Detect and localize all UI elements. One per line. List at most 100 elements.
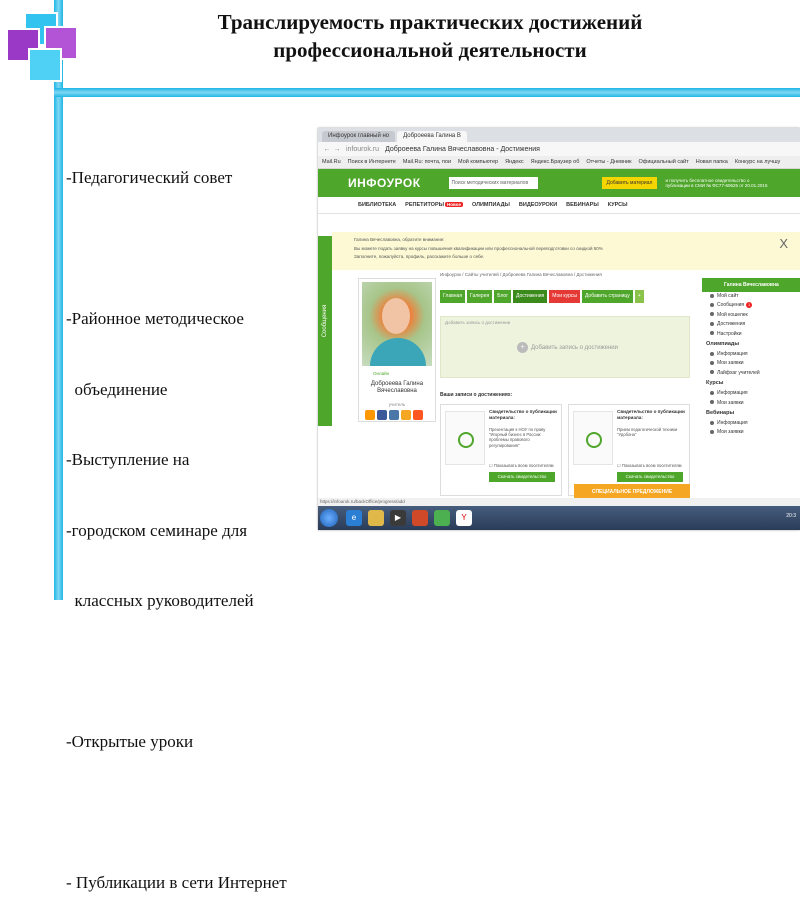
ok-icon[interactable] <box>365 410 375 420</box>
menu-item[interactable]: БИБЛИОТЕКА <box>358 202 396 208</box>
sidebar-item[interactable]: Мои заявки <box>702 359 800 368</box>
sidebar-user-header[interactable]: Галина Вячеславовна <box>702 278 800 292</box>
status-bar-url: https://infourok.ru/backOffice/progress/… <box>318 498 800 506</box>
sidebar-item[interactable]: Достижения <box>702 320 800 329</box>
site-logo[interactable]: ИНФОУРОК <box>348 176 421 190</box>
close-icon[interactable]: X <box>779 237 788 250</box>
browser-tab-active[interactable]: Доброеева Галина В <box>397 131 467 142</box>
bullet-icon <box>710 429 714 434</box>
add-material-button[interactable]: Добавить материал <box>601 177 658 189</box>
sidebar-item-label: Мой сайт <box>717 293 739 299</box>
ie-icon[interactable]: e <box>346 510 362 526</box>
search-input[interactable]: Поиск методических материалов <box>448 177 538 189</box>
right-sidebar: Галина Вячеславовна Мой сайт Сообщения 1 … <box>702 278 800 508</box>
sidebar-item[interactable]: Информация <box>702 419 800 428</box>
back-icon[interactable]: ← <box>322 146 332 153</box>
add-achievement-box[interactable]: Добавить запись о достижении + Добавить з… <box>440 316 690 378</box>
sidebar-item-label: Информация <box>717 350 748 357</box>
breadcrumb[interactable]: Инфоурок / Сайты учителей / Доброеева Га… <box>440 272 602 277</box>
bookmark[interactable]: Mail.Ru: почта, пои <box>403 159 451 165</box>
clock[interactable]: 20:3 <box>786 513 796 519</box>
folder-icon[interactable] <box>368 510 384 526</box>
download-certificate-button[interactable]: Скачать свидетельство <box>617 472 683 482</box>
rss-icon[interactable] <box>413 410 423 420</box>
notice-line: Галина Вячеславовна, обратите внимание: <box>354 237 445 242</box>
menu-item[interactable]: КУРСЫ <box>608 202 628 208</box>
sidebar-item[interactable]: Мои заявки <box>702 399 800 408</box>
menu-item[interactable]: ВЕБИНАРЫ <box>566 202 599 208</box>
page-buttons: Главная Галерея Блог Достижения Мои курс… <box>440 290 644 303</box>
plus-button[interactable]: + <box>634 290 644 303</box>
app-icon[interactable] <box>412 510 428 526</box>
sidebar-section-title: Вебинары <box>706 409 735 416</box>
bookmark[interactable]: Новая папка <box>696 159 728 165</box>
menu-item[interactable]: РЕПЕТИТОРЫ Новое <box>405 202 463 208</box>
browser-icon[interactable] <box>434 510 450 526</box>
messages-side-tab[interactable]: Сообщения <box>318 236 332 426</box>
menu-item[interactable]: ВИДЕОУРОКИ <box>519 202 557 208</box>
mail-icon[interactable] <box>401 410 411 420</box>
bookmark[interactable]: Официальный сайт <box>639 159 689 165</box>
plus-circle-icon: + <box>517 342 528 353</box>
download-certificate-button[interactable]: Скачать свидетельство <box>489 472 555 482</box>
avatar-body <box>370 338 426 366</box>
my-courses-button[interactable]: Мои курсы <box>549 290 580 303</box>
bullet-line: -Выступление на <box>66 450 190 469</box>
bookmark[interactable]: Яндекс <box>505 159 524 165</box>
bookmark[interactable]: Яндекс.Браузер об <box>531 159 580 165</box>
achievements-button[interactable]: Достижения <box>513 290 548 303</box>
notice-line[interactable]: Вы можете подать заявку на курсы повышен… <box>354 245 603 252</box>
url-text[interactable]: infourok.ru <box>346 146 379 153</box>
bullet-line: -городском семинаре для <box>66 520 248 540</box>
notice-line[interactable]: Заполните, пожалуйста, профиль, расскажи… <box>354 253 484 260</box>
sidebar-item[interactable]: Мой сайт <box>702 292 800 301</box>
sidebar-item[interactable]: Информация <box>702 389 800 398</box>
bookmark[interactable]: Mail.Ru <box>322 159 341 165</box>
sidebar-item[interactable]: Информация <box>702 350 800 359</box>
add-page-button[interactable]: Добавить страницу <box>581 290 633 303</box>
home-button[interactable]: Главная <box>440 290 466 303</box>
bookmark[interactable]: Мой компьютер <box>458 159 498 165</box>
media-player-icon[interactable]: ▶ <box>390 510 406 526</box>
sidebar-item[interactable]: Настройки <box>702 330 800 339</box>
add-achievement-label: Добавить запись о достижении <box>445 320 511 325</box>
start-button-icon[interactable] <box>320 509 338 527</box>
sidebar-item[interactable]: Сообщения 1 <box>702 301 800 310</box>
card-title: Свидетельство о публикации материала: <box>489 409 557 420</box>
title-line-2: профессиональной деятельности <box>273 38 587 62</box>
side-tab-label: Сообщения <box>322 304 328 338</box>
sidebar-section-title: Олимпиады <box>706 340 740 347</box>
card-description: Презентация к НОУ по праву "Игорный бизн… <box>489 427 546 448</box>
card-visibility-option[interactable]: ☐ Показывать всем посетителям <box>489 463 554 468</box>
sidebar-item-label: Лайфхаг учителей <box>717 369 760 376</box>
bookmark[interactable]: Поиск в Интернете <box>348 159 396 165</box>
vk-icon[interactable] <box>389 410 399 420</box>
profile-role: учитель <box>388 402 406 407</box>
bullet-line: - Публикации в сети Интернет <box>66 873 287 892</box>
card-title: Свидетельство о публикации материала: <box>617 409 685 420</box>
facebook-icon[interactable] <box>377 410 387 420</box>
bookmark[interactable]: Конкурс на лучшу <box>735 159 780 165</box>
forward-icon[interactable]: → <box>332 146 342 153</box>
bullet-icon <box>710 331 714 336</box>
card-visibility-option[interactable]: ☐ Показывать всем посетителям <box>617 463 682 468</box>
bullet-line: классных руководителей <box>66 591 254 610</box>
bookmark[interactable]: Отчеты - Дневник <box>586 159 631 165</box>
yandex-icon[interactable]: Y <box>456 510 472 526</box>
sidebar-item[interactable]: Лайфхаг учителей <box>702 369 800 378</box>
page-title-text: Доброеева Галина Вячеславовна - Достижен… <box>385 145 540 153</box>
bullet-icon <box>710 361 714 366</box>
blog-button[interactable]: Блог <box>494 290 512 303</box>
new-badge: Новое <box>445 202 463 207</box>
menu-item[interactable]: ОЛИМПИАДЫ <box>472 202 510 208</box>
add-achievement-center: + Добавить запись о достижении <box>517 342 618 353</box>
sidebar-item[interactable]: Мои заявки <box>702 428 800 437</box>
sidebar-item[interactable]: Мой кошелек <box>702 311 800 320</box>
gallery-button[interactable]: Галерея <box>467 290 493 303</box>
sidebar-item-label: Мои заявки <box>717 360 744 367</box>
certificate-thumbnail <box>445 411 485 465</box>
sidebar-item-label: Мои заявки <box>717 399 744 406</box>
notice-banner: Галина Вячеславовна, обратите внимание: … <box>332 232 800 270</box>
browser-tab[interactable]: Инфоурок главный но <box>322 131 396 142</box>
sidebar-item-label: Мои заявки <box>717 429 744 436</box>
